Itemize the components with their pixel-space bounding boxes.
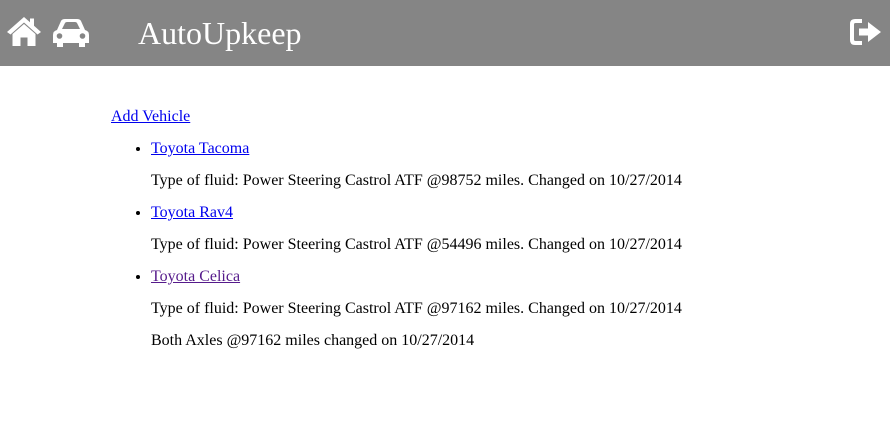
car-icon[interactable] [52,17,90,49]
top-navbar: AutoUpkeep [0,0,890,66]
list-item: Toyota Celica Type of fluid: Power Steer… [151,267,831,351]
maintenance-record: Both Axles @97162 miles changed on 10/27… [151,332,475,349]
sign-out-icon[interactable] [849,17,882,47]
maintenance-record: Type of fluid: Power Steering Castrol AT… [151,236,682,253]
app-title: AutoUpkeep [138,15,302,51]
vehicle-link-toyota-celica[interactable]: Toyota Celica [151,267,240,287]
maintenance-record: Type of fluid: Power Steering Castrol AT… [151,300,682,317]
main-content: Add Vehicle Toyota Tacoma Type of fluid:… [111,107,831,363]
vehicle-list: Toyota Tacoma Type of fluid: Power Steer… [111,139,831,351]
home-icon[interactable] [6,15,42,47]
list-item: Toyota Rav4 Type of fluid: Power Steerin… [151,203,831,255]
maintenance-record: Type of fluid: Power Steering Castrol AT… [151,172,682,189]
vehicle-link-toyota-rav4[interactable]: Toyota Rav4 [151,203,233,223]
list-item: Toyota Tacoma Type of fluid: Power Steer… [151,139,831,191]
add-vehicle-link[interactable]: Add Vehicle [111,107,190,127]
vehicle-link-toyota-tacoma[interactable]: Toyota Tacoma [151,139,249,159]
